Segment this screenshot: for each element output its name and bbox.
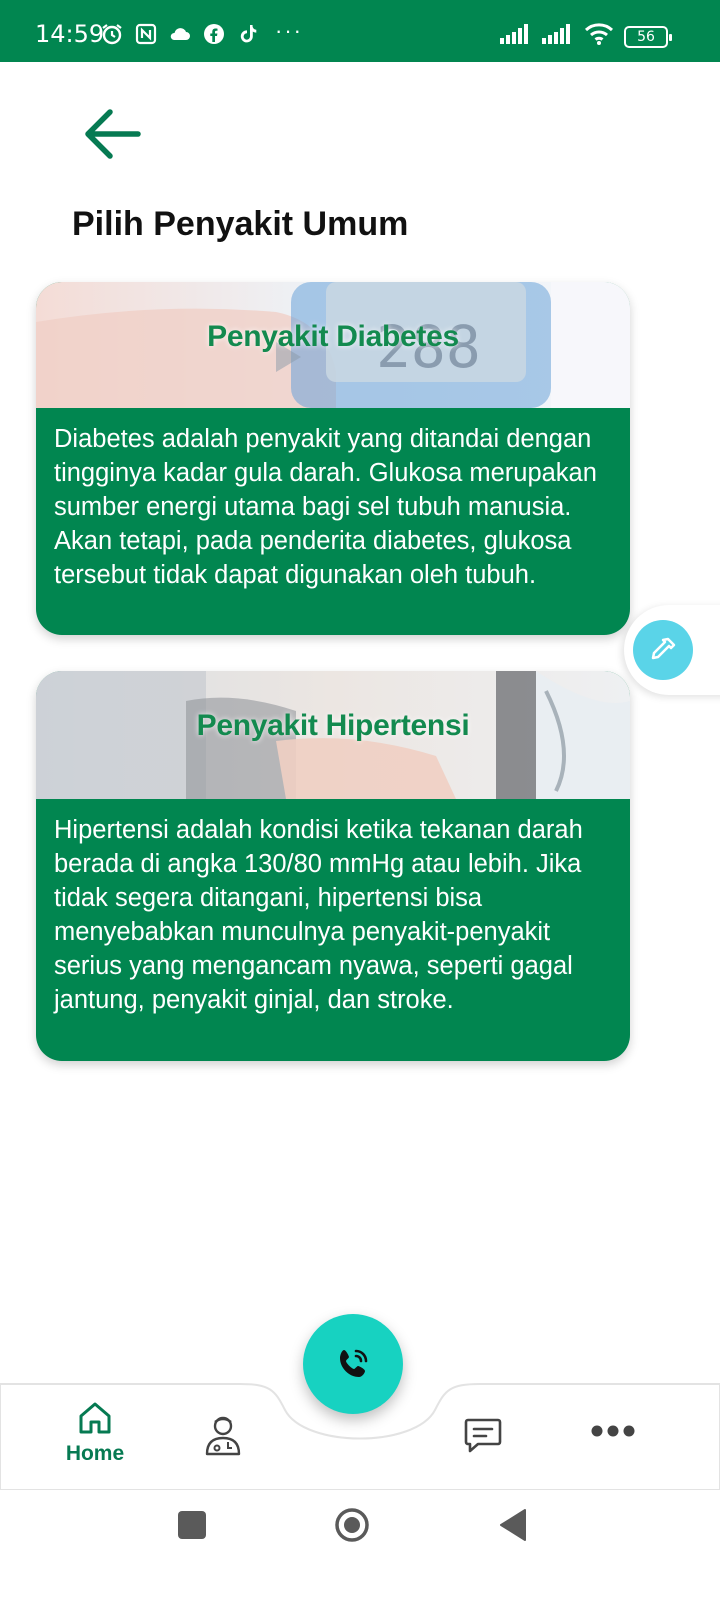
doctor-icon: [205, 1416, 241, 1456]
system-recent-apps-button[interactable]: [178, 1511, 206, 1539]
facebook-icon: [202, 22, 226, 46]
page-title: Pilih Penyakit Umum: [72, 205, 409, 243]
nav-more[interactable]: [588, 1416, 638, 1446]
home-icon: [79, 1402, 111, 1434]
arrow-left-icon: [85, 109, 141, 159]
status-time: 14:59: [35, 20, 105, 48]
cloud-app-icon: [168, 22, 192, 46]
nfc-icon: [134, 22, 158, 46]
card-banner-title: Penyakit Hipertensi: [196, 709, 470, 742]
triangle-back-icon: [500, 1509, 526, 1541]
disease-card-hipertensi[interactable]: Penyakit Hipertensi Hipertensi adalah ko…: [36, 671, 630, 1061]
disease-card-diabetes[interactable]: 288 Penyakit Diabetes Diabetes adalah pe…: [36, 282, 630, 635]
tiktok-icon: [236, 22, 260, 46]
system-status: 56: [500, 22, 672, 51]
system-back-button[interactable]: [498, 1508, 528, 1542]
status-bar: 14:59 ··· 56: [0, 0, 720, 62]
eyedropper-button[interactable]: [633, 620, 693, 680]
nav-doctor[interactable]: [200, 1412, 246, 1458]
signal-icon: [542, 24, 574, 49]
more-icon: [591, 1425, 635, 1437]
notification-icons: [100, 22, 260, 46]
card-banner: Penyakit Hipertensi: [36, 671, 630, 799]
phone-call-icon: [340, 1349, 368, 1377]
battery-icon: 56: [624, 25, 672, 48]
card-description: Hipertensi adalah kondisi ketika tekanan…: [54, 816, 583, 1014]
signal-icon: [500, 24, 532, 49]
circle-home-icon: [335, 1508, 369, 1542]
back-button[interactable]: [80, 104, 144, 164]
chat-icon: [464, 1418, 502, 1453]
more-notifications-icon: ···: [275, 18, 303, 43]
nav-home-label: Home: [65, 1442, 125, 1465]
alarm-icon: [100, 22, 124, 46]
card-description: Diabetes adalah penyakit yang ditandai d…: [54, 425, 597, 589]
card-banner-title: Penyakit Diabetes: [207, 320, 459, 353]
eyedropper-icon: [651, 637, 676, 660]
nav-home[interactable]: Home: [55, 1398, 135, 1480]
card-banner: 288 Penyakit Diabetes: [36, 282, 630, 408]
wifi-icon: [584, 22, 614, 51]
nav-chat[interactable]: [462, 1414, 504, 1456]
call-button[interactable]: [303, 1314, 403, 1414]
system-home-button[interactable]: [334, 1507, 370, 1543]
